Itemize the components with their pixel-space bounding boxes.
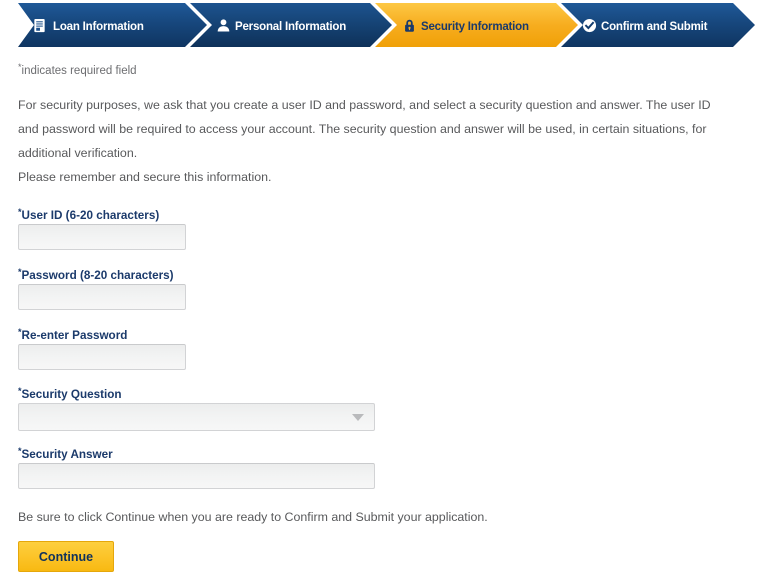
required-field-note: *indicates required field — [18, 62, 137, 77]
person-icon — [216, 18, 231, 33]
reenter-password-label-text: Re-enter Password — [21, 329, 128, 342]
security-question-label: *Security Question — [18, 386, 122, 401]
security-question-label-text: Security Question — [21, 388, 122, 401]
continue-button[interactable]: Continue — [18, 541, 114, 572]
user-id-label-text: User ID (6-20 characters) — [21, 209, 160, 222]
password-label-text: Password (8-20 characters) — [21, 269, 174, 282]
progress-step-label-security-information[interactable]: Security Information — [421, 21, 529, 33]
password-label: *Password (8-20 characters) — [18, 267, 174, 282]
reenter-password-input[interactable] — [18, 344, 186, 370]
intro-paragraph: For security purposes, we ask that you c… — [18, 98, 711, 160]
progress-breadcrumb: Loan Information Personal Information Se… — [0, 3, 768, 47]
required-note-text: indicates required field — [21, 65, 137, 77]
security-answer-input[interactable] — [18, 463, 375, 489]
progress-step-label-loan-information[interactable]: Loan Information — [53, 21, 144, 33]
security-answer-label-text: Security Answer — [21, 448, 113, 461]
user-id-label: *User ID (6-20 characters) — [18, 207, 159, 222]
lock-icon — [402, 18, 417, 33]
progress-step-label-confirm-and-submit[interactable]: Confirm and Submit — [601, 21, 707, 33]
document-icon — [32, 18, 47, 33]
user-id-input[interactable] — [18, 224, 186, 250]
progress-step-label-personal-information[interactable]: Personal Information — [235, 21, 346, 33]
reenter-password-label: *Re-enter Password — [18, 327, 127, 342]
security-answer-label: *Security Answer — [18, 446, 113, 461]
security-question-select[interactable] — [18, 403, 375, 431]
password-input[interactable] — [18, 284, 186, 310]
continue-instruction-note: Be sure to click Continue when you are r… — [18, 510, 488, 524]
secure-information-note: Please remember and secure this informat… — [18, 170, 272, 184]
security-question-select-wrapper — [18, 403, 375, 431]
check-circle-icon — [582, 18, 597, 33]
